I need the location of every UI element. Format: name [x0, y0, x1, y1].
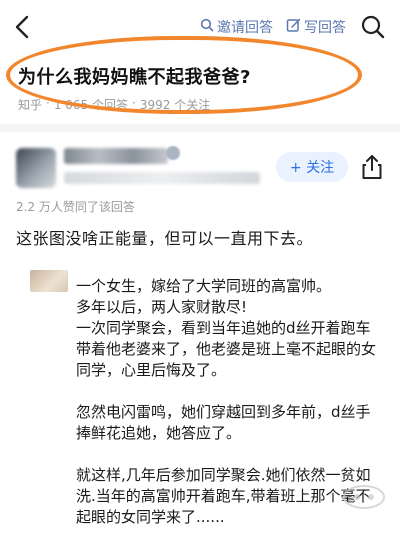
answer-intro-text: 这张图没啥正能量，但可以一直用下去。: [16, 229, 314, 248]
question-meta: 知乎 · 1 065 个回答 · 3992 个关注: [18, 96, 210, 113]
story-paragraph: 就这样,几年后参加同学聚会.她们依然一贫如洗.当年的高富帅开着跑车,带着班上那个…: [76, 466, 371, 526]
story-image[interactable]: 一个女生，嫁给了大学同班的高富帅。 多年以后，两人家财散尽! 一次同学聚会，看到…: [24, 262, 376, 533]
story-text: 一个女生，嫁给了大学同班的高富帅。 多年以后，两人家财散尽! 一次同学聚会，看到…: [76, 276, 376, 528]
question-title[interactable]: 为什么我妈妈瞧不起我爸爸?: [18, 63, 251, 89]
upvote-count: 2.2 万人赞同了该回答: [16, 200, 135, 214]
story-paragraph: 一个女生，嫁给了大学同班的高富帅。 多年以后，两人家财散尽! 一次同学聚会，看到…: [76, 277, 377, 379]
search-icon[interactable]: [360, 14, 386, 40]
invite-answer-button[interactable]: 邀请回答: [200, 17, 273, 37]
author-bio-blurred: [64, 172, 260, 184]
watermark-logo-icon: [340, 482, 388, 512]
top-bar: 邀请回答 写回答: [0, 0, 400, 52]
meta-separator: ·: [46, 96, 50, 110]
story-paragraph: 忽然电闪雷鸣，她们穿越回到多年前，d丝手捧鲜花追她，她答应了。: [76, 403, 371, 442]
write-answer-button[interactable]: 写回答: [286, 17, 346, 37]
follower-count: 3992 个关注: [139, 98, 211, 112]
verified-badge-icon: [166, 146, 180, 160]
author-name-blurred[interactable]: [64, 148, 168, 164]
story-thumbnail: [30, 270, 68, 292]
meta-separator: ·: [132, 96, 136, 110]
invite-answer-label: 邀请回答: [217, 20, 273, 36]
edit-icon: [286, 18, 301, 37]
follow-label: + 关注: [289, 160, 335, 176]
back-arrow-icon[interactable]: [10, 14, 36, 40]
share-icon[interactable]: [360, 154, 384, 180]
section-divider: [0, 124, 400, 132]
source-label: 知乎: [18, 98, 43, 112]
write-answer-label: 写回答: [304, 20, 346, 36]
answer-count[interactable]: 1 065 个回答: [54, 96, 128, 113]
avatar[interactable]: [16, 148, 56, 188]
search-small-icon: [200, 18, 214, 36]
follow-button[interactable]: + 关注: [276, 152, 348, 182]
